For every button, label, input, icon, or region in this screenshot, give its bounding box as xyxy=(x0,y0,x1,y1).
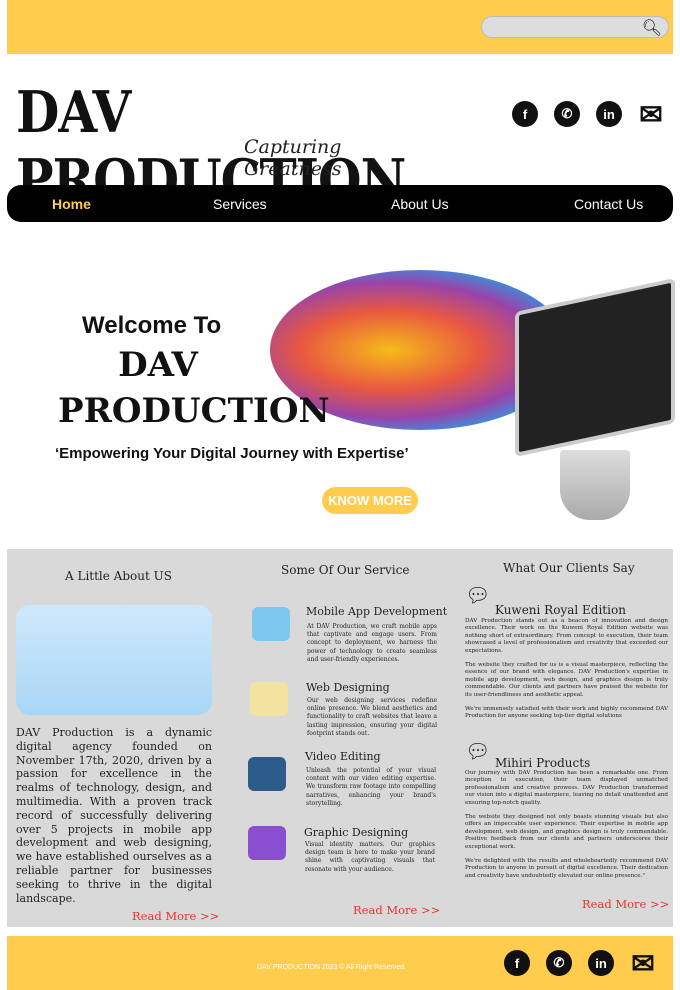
nav-about[interactable]: About Us xyxy=(391,196,449,212)
whatsapp-icon[interactable]: ✆ xyxy=(546,950,572,976)
service-title: Mobile App Development xyxy=(306,605,448,618)
hero: Welcome To DAV PRODUCTION ‘Empowering Yo… xyxy=(0,240,680,540)
review-text: DAV Production stands out as a beacon of… xyxy=(465,618,668,728)
nav-home[interactable]: Home xyxy=(52,196,91,212)
nav-services[interactable]: Services xyxy=(213,196,267,212)
about-title: A Little About US xyxy=(65,569,172,583)
about-read-more[interactable]: Read More >> xyxy=(132,909,219,923)
service-title: Web Designing xyxy=(306,681,390,694)
team-illustration xyxy=(16,605,212,715)
logo-tagline: Capturing Greatness xyxy=(244,136,342,180)
mail-icon[interactable]: ✉ xyxy=(638,99,664,130)
hero-brand-line2: PRODUCTION xyxy=(58,391,330,431)
monitor-stand xyxy=(560,450,630,520)
about-text: DAV Production is a dynamic digital agen… xyxy=(16,726,212,905)
review-paragraph: The website they crafted for us is a vis… xyxy=(465,662,668,698)
linkedin-icon[interactable]: in xyxy=(596,101,622,127)
info-section: A Little About US DAV Production is a dy… xyxy=(7,549,673,927)
video-editing-icon xyxy=(248,757,286,791)
review-paragraph: We're delighted with the results and who… xyxy=(465,858,668,879)
header-social: f ✆ in ✉ xyxy=(512,99,664,130)
whatsapp-icon[interactable]: ✆ xyxy=(554,101,580,127)
top-bar: 🔍︎ xyxy=(7,0,673,54)
nav-contact[interactable]: Contact Us xyxy=(574,196,643,212)
review-client: Mihiri Products xyxy=(495,756,591,770)
reviews-title: What Our Clients Say xyxy=(503,561,635,575)
know-more-button[interactable]: KNOW MORE xyxy=(322,487,418,514)
hero-tagline: ‘Empowering Your Digital Journey with Ex… xyxy=(55,445,409,462)
linkedin-icon[interactable]: in xyxy=(588,950,614,976)
web-design-icon xyxy=(250,682,288,716)
footer-social: f ✆ in ✉ xyxy=(504,948,656,979)
copyright: DAV PRODUCTION 2023 © All Right Reserved… xyxy=(257,964,406,971)
review-paragraph: We're immensely satisfied with their wor… xyxy=(465,706,668,720)
hero-brand-line1: DAV xyxy=(118,345,198,385)
review-paragraph: DAV Production stands out as a beacon of… xyxy=(465,618,668,654)
service-text: At DAV Production, we craft mobile apps … xyxy=(307,623,437,663)
review-text: Our journey with DAV Production has been… xyxy=(465,770,668,887)
chat-icon: 💬︎ xyxy=(465,583,491,607)
footer: DAV PRODUCTION 2023 © All Right Reserved… xyxy=(7,936,673,990)
main-nav: Home Services About Us Contact Us xyxy=(7,185,673,222)
review-client: Kuweni Royal Edition xyxy=(495,603,626,617)
mail-icon[interactable]: ✉ xyxy=(630,948,656,979)
logo[interactable]: DAV PRODUCTION Capturing Greatness xyxy=(16,78,426,214)
mobile-app-icon xyxy=(252,607,290,641)
graphic-design-icon xyxy=(248,826,286,860)
hero-brand: DAV PRODUCTION xyxy=(58,342,330,434)
service-text: Visual identity matters. Our graphics de… xyxy=(305,841,435,873)
facebook-icon[interactable]: f xyxy=(504,950,530,976)
search-input[interactable]: 🔍︎ xyxy=(481,16,669,38)
search-icon[interactable]: 🔍︎ xyxy=(642,18,662,38)
services-title: Some Of Our Service xyxy=(281,563,410,577)
service-title: Graphic Designing xyxy=(304,826,409,839)
service-text: Unleash the potential of your visual con… xyxy=(306,767,436,807)
reviews-read-more[interactable]: Read More >> xyxy=(582,897,669,911)
services-read-more[interactable]: Read More >> xyxy=(353,903,440,917)
review-paragraph: The website they designed not only boast… xyxy=(465,814,668,850)
review-paragraph: Our journey with DAV Production has been… xyxy=(465,770,668,806)
chat-icon: 💬︎ xyxy=(465,739,491,763)
service-text: Our web designing services redefine onli… xyxy=(307,697,437,737)
hero-welcome: Welcome To xyxy=(82,312,222,339)
facebook-icon[interactable]: f xyxy=(512,101,538,127)
service-title: Video Editing xyxy=(305,750,381,763)
